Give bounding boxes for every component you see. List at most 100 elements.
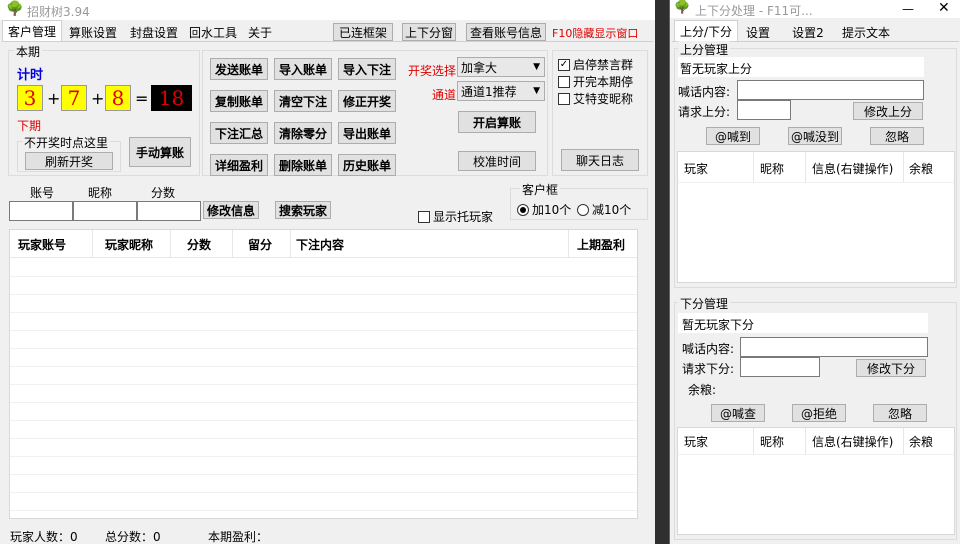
channel-select[interactable]: 通道1推荐 ▼: [457, 81, 545, 101]
side-tab-settings[interactable]: 设置: [738, 22, 778, 42]
score-col-label: 分数: [151, 186, 176, 200]
players-table[interactable]: 玩家账号 玩家昵称 分数 留分 下注内容 上期盈利: [9, 229, 638, 519]
account-input[interactable]: [9, 201, 73, 221]
client-box-label: 客户框: [520, 181, 561, 198]
delete-bill-button[interactable]: 删除账单: [274, 154, 332, 176]
split-window-button[interactable]: 上下分窗: [402, 23, 456, 41]
show-bots-label: 显示托玩家: [433, 210, 494, 224]
up-shout-not-arrived-button[interactable]: @喊没到: [788, 127, 842, 145]
check-icon: ✓: [558, 58, 570, 71]
minus10-label: 减10个: [592, 203, 632, 217]
nick-input[interactable]: [73, 201, 137, 221]
draw-select[interactable]: 加拿大 ▼: [457, 57, 545, 77]
th-account[interactable]: 玩家账号: [18, 236, 66, 253]
at-to-nick-checkbox[interactable]: 艾特变昵称: [558, 90, 633, 107]
side-window: 🌳 上下分处理 - F11可... — ✕ 上分/下分 设置 设置2 提示文本 …: [669, 0, 960, 544]
side-tab-updown[interactable]: 上分/下分: [674, 20, 738, 42]
nick-col-label: 昵称: [88, 186, 113, 200]
up-players-table[interactable]: 玩家 昵称 信息(右键操作) 余粮: [677, 151, 955, 283]
up-th-info[interactable]: 信息(右键操作): [812, 160, 893, 177]
up-th-nick[interactable]: 昵称: [760, 160, 784, 177]
stop-after-period-label: 开完本期停: [573, 75, 634, 89]
copy-bill-button[interactable]: 复制账单: [210, 90, 268, 112]
history-bill-button[interactable]: 历史账单: [338, 154, 396, 176]
equals-sign: =: [135, 89, 149, 108]
down-th-player[interactable]: 玩家: [684, 433, 708, 450]
down-status-text: 暂无玩家下分: [682, 318, 755, 332]
down-th-balance[interactable]: 余粮: [909, 433, 933, 450]
modify-down-button[interactable]: 修改下分: [856, 359, 926, 377]
plus10-radio[interactable]: 加10个: [517, 201, 571, 218]
th-reserve[interactable]: 留分: [248, 236, 272, 253]
down-players-table[interactable]: 玩家 昵称 信息(右键操作) 余粮: [677, 427, 955, 535]
down-request-label: 请求下分:: [682, 362, 735, 376]
side-tab-prompt-text[interactable]: 提示文本: [836, 22, 896, 42]
view-account-button[interactable]: 查看账号信息: [466, 23, 546, 41]
up-shout-arrived-button[interactable]: @喊到: [706, 127, 760, 145]
export-bill-button[interactable]: 导出账单: [338, 122, 396, 144]
refresh-draw-button[interactable]: 刷新开奖: [25, 152, 113, 170]
start-accounting-button[interactable]: 开启算账: [458, 111, 536, 133]
side-tab-settings2[interactable]: 设置2: [786, 22, 830, 42]
side-window-title: 上下分处理 - F11可...: [695, 4, 813, 18]
connected-frame-button[interactable]: 已连框架: [333, 23, 393, 41]
close-icon[interactable]: ✕: [938, 0, 950, 16]
down-th-info[interactable]: 信息(右键操作): [812, 433, 893, 450]
import-bets-button[interactable]: 导入下注: [338, 58, 396, 80]
up-shout-input[interactable]: [737, 80, 924, 100]
down-shout-check-button[interactable]: @喊查: [711, 404, 765, 422]
stop-after-period-checkbox[interactable]: 开完本期停: [558, 73, 633, 90]
minus10-radio[interactable]: 减10个: [577, 201, 631, 218]
minimize-icon[interactable]: —: [902, 2, 914, 16]
mute-group-label: 启停禁言群: [573, 58, 634, 72]
result-box: 18: [151, 85, 192, 111]
up-ignore-button[interactable]: 忽略: [870, 127, 924, 145]
show-bots-checkbox[interactable]: 显示托玩家: [418, 208, 493, 225]
detail-profit-button[interactable]: 详细盈利: [210, 154, 268, 176]
score-input[interactable]: [137, 201, 201, 221]
up-th-balance[interactable]: 余粮: [909, 160, 933, 177]
main-window-title: 招财树3.94: [27, 5, 90, 19]
tab-accounting[interactable]: 算账设置: [63, 22, 123, 42]
tab-rebate[interactable]: 回水工具: [185, 22, 241, 42]
up-request-input[interactable]: [737, 100, 791, 120]
no-draw-label: 不开奖时点这里: [22, 134, 111, 151]
tab-customer[interactable]: 客户管理: [2, 20, 62, 42]
current-period-label: 本期: [14, 43, 43, 60]
players-table-header: 玩家账号 玩家昵称 分数 留分 下注内容 上期盈利: [10, 230, 637, 258]
plus-sign-1: +: [47, 89, 61, 108]
send-bill-button[interactable]: 发送账单: [210, 58, 268, 80]
search-player-button[interactable]: 搜索玩家: [275, 201, 331, 219]
plus10-label: 加10个: [532, 203, 572, 217]
clear-zero-button[interactable]: 清除零分: [274, 122, 332, 144]
side-title-bar[interactable]: 🌳 上下分处理 - F11可... — ✕: [670, 0, 960, 18]
clear-bets-button[interactable]: 清空下注: [274, 90, 332, 112]
th-bet-content[interactable]: 下注内容: [296, 236, 344, 253]
up-th-player[interactable]: 玩家: [684, 160, 708, 177]
down-th-nick[interactable]: 昵称: [760, 433, 784, 450]
down-reject-button[interactable]: @拒绝: [792, 404, 846, 422]
window-gap: [655, 0, 669, 544]
chat-log-button[interactable]: 聊天日志: [561, 149, 639, 171]
calibrate-time-button[interactable]: 校准时间: [458, 151, 536, 171]
correct-draw-button[interactable]: 修正开奖: [338, 90, 396, 112]
modify-info-button[interactable]: 修改信息: [203, 201, 259, 219]
modify-up-button[interactable]: 修改上分: [853, 102, 923, 120]
down-shout-input[interactable]: [740, 337, 928, 357]
down-ignore-button[interactable]: 忽略: [873, 404, 927, 422]
down-request-input[interactable]: [740, 357, 820, 377]
tab-about[interactable]: 关于: [242, 22, 278, 42]
th-nick[interactable]: 玩家昵称: [105, 236, 153, 253]
main-title-bar[interactable]: 🌳 招财树3.94: [0, 0, 655, 20]
bet-summary-button[interactable]: 下注汇总: [210, 122, 268, 144]
manual-accounting-button[interactable]: 手动算账: [129, 137, 191, 167]
mute-group-checkbox[interactable]: ✓ 启停禁言群: [558, 56, 633, 73]
import-bill-button[interactable]: 导入账单: [274, 58, 332, 80]
digit-3: 8: [105, 85, 131, 111]
th-score[interactable]: 分数: [187, 236, 211, 253]
tab-seal[interactable]: 封盘设置: [124, 22, 184, 42]
f10-hint: F10隐藏显示窗口: [552, 27, 639, 40]
th-last-profit[interactable]: 上期盈利: [577, 236, 625, 253]
digit-2: 7: [61, 85, 87, 111]
draw-select-value: 加拿大: [461, 60, 498, 75]
